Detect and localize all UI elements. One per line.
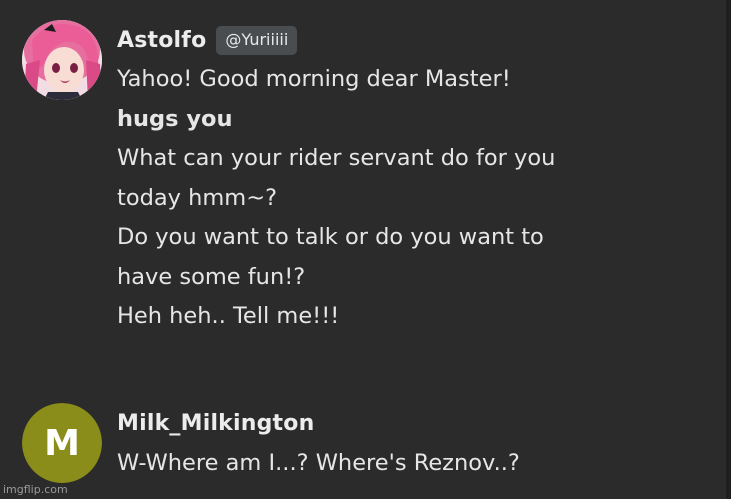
message-line: Heh heh.. Tell me!!! <box>117 303 340 329</box>
message-line: today hmm~? <box>117 184 278 211</box>
message-content: Milk_Milkington W-Where am I...? Where's… <box>117 403 719 483</box>
message-line: Do you want to talk or do you want to <box>117 224 544 250</box>
watermark: imgflip.com <box>3 483 68 496</box>
author-name[interactable]: Astolfo <box>117 28 206 53</box>
message-header: Astolfo @Yuriiiii <box>117 20 719 60</box>
message-line: have some fun!? <box>117 263 306 290</box>
message-header: Milk_Milkington <box>117 403 719 443</box>
message-line: hugs you <box>117 105 233 132</box>
message-line: What can your rider servant do for you <box>117 145 556 171</box>
message-line: W-Where am I...? Where's Reznov..? <box>117 450 520 476</box>
avatar-letter: M <box>22 403 102 483</box>
author-name[interactable]: Milk_Milkington <box>117 411 314 436</box>
message-line: Yahoo! Good morning dear Master! <box>117 66 511 92</box>
chat-view: Astolfo @Yuriiiii Yahoo! Good morning de… <box>0 0 731 499</box>
user-tag[interactable]: @Yuriiiii <box>216 25 298 55</box>
avatar[interactable] <box>22 20 102 100</box>
scrollbar[interactable] <box>726 0 731 499</box>
anime-character-portrait <box>22 20 102 100</box>
message-content: Astolfo @Yuriiiii Yahoo! Good morning de… <box>117 20 719 337</box>
avatar[interactable]: M <box>22 403 102 483</box>
